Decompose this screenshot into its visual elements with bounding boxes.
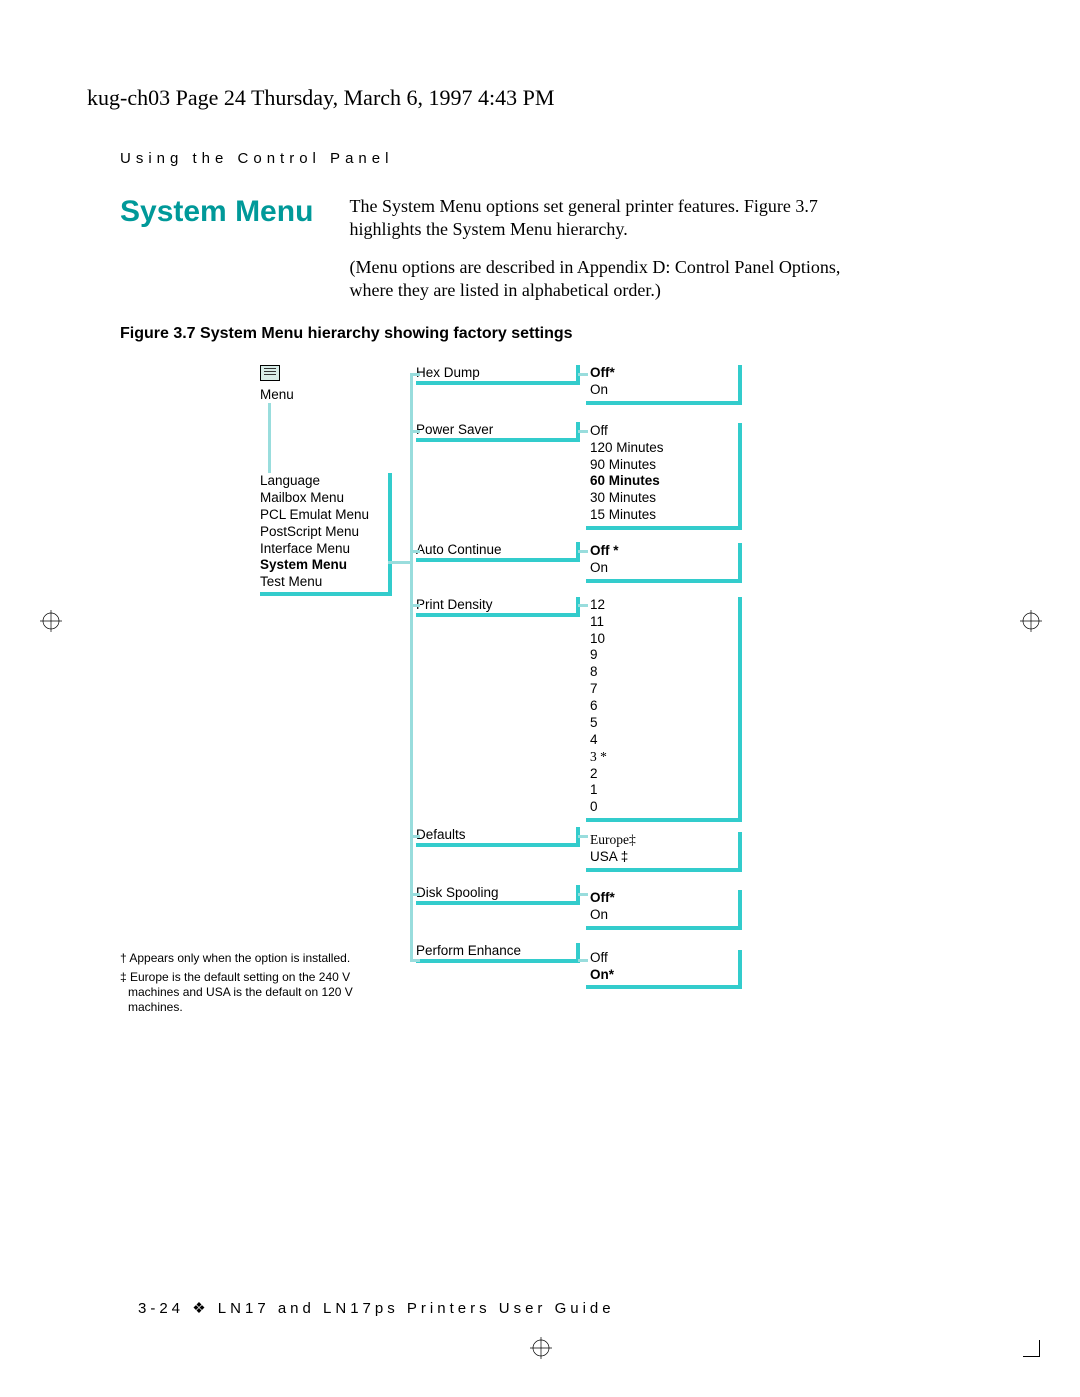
menu-item: Language: [260, 473, 388, 490]
footnote: † Appears only when the option is instal…: [120, 951, 380, 966]
menu-item: Mailbox Menu: [260, 490, 388, 507]
page-footer: 3-24 ❖ LN17 and LN17ps Printers User Gui…: [138, 1299, 615, 1317]
top-level-menu-list: Language Mailbox Menu PCL Emulat Menu Po…: [260, 473, 392, 596]
menu-item: PostScript Menu: [260, 524, 388, 541]
connector-line: [410, 893, 420, 896]
menu-item: Interface Menu: [260, 541, 388, 558]
value-block: Off * On: [586, 543, 742, 583]
value-option: On: [590, 907, 738, 924]
connector-line: [578, 835, 588, 838]
value-option: 8: [590, 664, 738, 681]
connector-line: [578, 430, 588, 433]
connector-line: [578, 604, 588, 607]
submenu-item: Defaults: [416, 827, 580, 847]
value-option: Off: [590, 950, 738, 967]
value-option: 120 Minutes: [590, 440, 738, 457]
value-option: 9: [590, 647, 738, 664]
value-default: Off*: [590, 890, 738, 907]
value-option: 11: [590, 614, 738, 631]
value-block: Off* On: [586, 890, 742, 930]
crop-mark-icon: [530, 1337, 550, 1357]
submenu-item: Perform Enhance: [416, 943, 580, 963]
value-block: Off On*: [586, 950, 742, 990]
value-default: Off *: [590, 543, 738, 560]
submenu-item: Print Density: [416, 597, 580, 617]
connector-line: [410, 959, 420, 962]
submenu-item: Auto Continue: [416, 542, 580, 562]
content-block: System Menu The System Menu options set …: [120, 195, 870, 317]
submenu-item: Power Saver: [416, 422, 580, 442]
value-option: USA ‡: [590, 849, 738, 866]
value-option: 12: [590, 597, 738, 614]
value-default: 3 *: [590, 749, 738, 766]
connector-line: [410, 430, 420, 433]
menu-item: PCL Emulat Menu: [260, 507, 388, 524]
value-option: 1: [590, 782, 738, 799]
body-text: The System Menu options set general prin…: [349, 195, 849, 317]
connector-line: [578, 550, 588, 553]
value-option: 10: [590, 631, 738, 648]
value-block: Off* On: [586, 365, 742, 405]
value-option: 7: [590, 681, 738, 698]
connector-line: [268, 403, 271, 473]
submenu-column: Hex Dump Power Saver Auto Continue Print…: [416, 365, 580, 963]
menu-item-selected: System Menu: [260, 557, 388, 574]
crop-mark-icon: [1020, 610, 1040, 630]
footnote: ‡ Europe is the default setting on the 2…: [120, 970, 380, 1015]
connector-line: [410, 373, 420, 376]
value-block: 12 11 10 9 8 7 6 5 4 3 * 2 1 0: [586, 597, 742, 822]
crop-mark-icon: [40, 610, 60, 630]
section-title: System Menu: [120, 195, 345, 229]
submenu-item: Hex Dump: [416, 365, 580, 385]
connector-line: [410, 373, 413, 961]
values-column: Off* On Off 120 Minutes 90 Minutes 60 Mi…: [586, 365, 742, 989]
value-option: 6: [590, 698, 738, 715]
value-option: 2: [590, 766, 738, 783]
connector-line: [388, 561, 412, 564]
connector-line: [410, 550, 420, 553]
connector-line: [578, 959, 588, 962]
value-option: 90 Minutes: [590, 457, 738, 474]
menu-icon: [260, 365, 280, 381]
connector-line: [410, 604, 420, 607]
page-header: kug-ch03 Page 24 Thursday, March 6, 1997…: [87, 85, 554, 111]
value-option: On: [590, 382, 738, 399]
submenu-item: Disk Spooling: [416, 885, 580, 905]
connector-line: [410, 835, 420, 838]
value-option: Off: [590, 423, 738, 440]
value-block: Off 120 Minutes 90 Minutes 60 Minutes 30…: [586, 423, 742, 530]
menu-root-label: Menu: [260, 387, 294, 402]
paragraph: (Menu options are described in Appendix …: [349, 256, 849, 303]
paragraph: The System Menu options set general prin…: [349, 195, 849, 242]
value-option: On: [590, 560, 738, 577]
value-block: Europe‡ USA ‡: [586, 832, 742, 872]
connector-line: [578, 373, 588, 376]
value-default: On*: [590, 967, 738, 984]
value-option: 15 Minutes: [590, 507, 738, 524]
footnotes: † Appears only when the option is instal…: [120, 951, 380, 1019]
value-option: 30 Minutes: [590, 490, 738, 507]
value-option: Europe‡: [590, 832, 738, 849]
value-option: 5: [590, 715, 738, 732]
value-default: Off*: [590, 365, 738, 382]
value-default: 60 Minutes: [590, 473, 738, 490]
value-option: 0: [590, 799, 738, 816]
figure-caption: Figure 3.7 System Menu hierarchy showing…: [120, 325, 573, 343]
menu-item: Test Menu: [260, 574, 388, 591]
crop-corner-icon: [1023, 1340, 1040, 1357]
value-option: 4: [590, 732, 738, 749]
connector-line: [578, 893, 588, 896]
section-label: Using the Control Panel: [120, 150, 393, 167]
